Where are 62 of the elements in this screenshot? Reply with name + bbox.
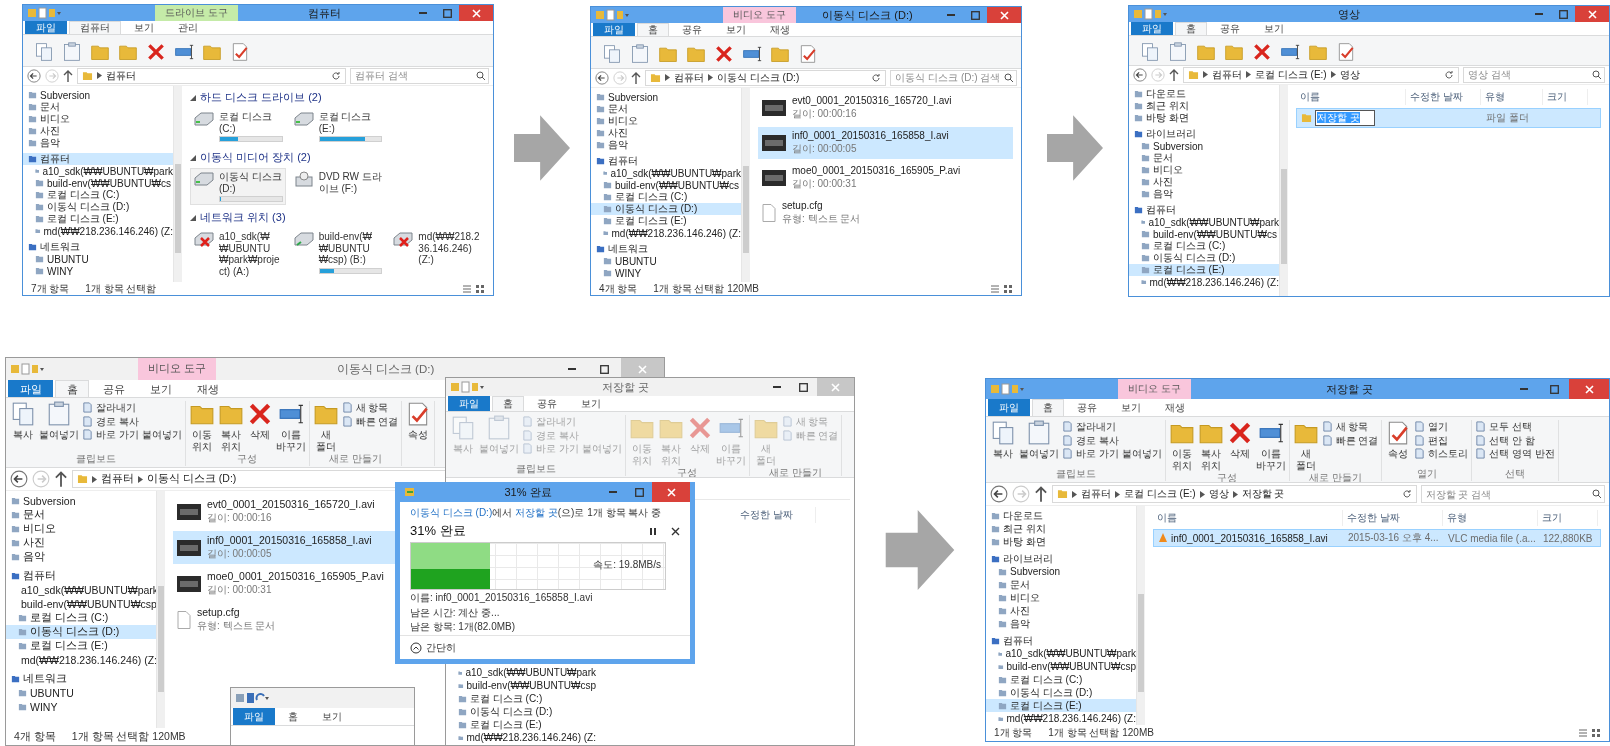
window-title: 저장할 곳 <box>600 379 651 395</box>
file-detail: 길이: 00:00:31 <box>207 583 273 597</box>
group-label: 새로 만들기 <box>768 466 823 477</box>
table-cell-text: VLC media file (.a... <box>1447 531 1537 545</box>
window-title: 이동식 디스크 (D:) <box>335 361 436 377</box>
drive-name: build-env(₩₩UBUNTU₩csp) (B:) <box>318 231 373 266</box>
group-label: 구성 <box>236 452 259 466</box>
group-label: 구성 <box>1216 471 1239 482</box>
file-name: moe0_0001_20150316_165905_P.avi <box>207 570 384 582</box>
file-name: inf0_0001_20150316_165858_I.avi <box>792 130 949 141</box>
drive-name: md(₩₩218.236.146.246) (Z:) <box>418 231 481 266</box>
file-detail: 유형: 텍스트 문서 <box>782 212 861 226</box>
table-cell-text: 2015-03-16 오후 4... <box>1347 531 1440 545</box>
status-text: 1개 항목 선택함 120MB <box>71 729 186 744</box>
file-name: evt0_0001_20150316_165720_I.avi <box>207 498 375 510</box>
group-label: 새로 만들기 <box>1308 471 1363 482</box>
window-title: 이동식 디스크 (D:) <box>821 7 914 23</box>
file-name: inf0_0001_20150316_165858_I.avi <box>207 534 372 546</box>
status-text: 4개 항목 <box>599 281 638 295</box>
file-name: evt0_0001_20150316_165720_I.avi <box>792 95 952 106</box>
file-detail: 길이: 00:00:05 <box>792 142 858 156</box>
context-tab-label: 비디오 도구 <box>723 7 796 23</box>
table-cell-text: 122,880KB <box>1542 531 1594 545</box>
file-name: inf0_0001_20150316_165858_I.avi <box>1171 532 1328 544</box>
copy-detail: 이름: inf0_0001_20150316_165858_I.avi <box>410 592 594 605</box>
copy-detail: 남은 항목: 1개(82.0MB) <box>410 621 517 634</box>
status-text: 1개 항목 선택함 <box>85 281 157 295</box>
file-detail: 유형: 텍스트 문서 <box>197 619 276 633</box>
file-name: moe0_0001_20150316_165905_P.avi <box>792 165 961 176</box>
table-cell-text: 파일 폴더 <box>1485 111 1530 125</box>
drive-name: DVD RW 드라이브 (F:) <box>318 171 383 194</box>
drive-name: 로컬 디스크 (E:) <box>318 111 373 134</box>
status-text: 1개 항목 <box>994 726 1033 740</box>
progress-heading: 31% 완료 <box>410 522 467 540</box>
context-tab-label: 비디오 도구 <box>138 358 216 380</box>
group-label: 선택 <box>1504 467 1527 481</box>
status-text: 7개 항목 <box>31 281 70 295</box>
file-detail: 길이: 00:00:05 <box>207 547 273 561</box>
group-label: 새로 만들기 <box>328 452 383 466</box>
group-label: 열기 <box>1415 467 1438 481</box>
file-name: setup.cfg <box>782 200 824 211</box>
context-tab-label: 비디오 도구 <box>1118 379 1191 399</box>
window-title: 저장할 곳 <box>1325 381 1375 397</box>
window-title: 영상 <box>1337 6 1361 22</box>
copy-detail: 남은 시간: 계산 중... <box>410 606 501 619</box>
file-detail: 길이: 00:00:31 <box>792 177 858 191</box>
speed-label: 속도: 19.8MB/s <box>593 558 661 572</box>
group-label: 구성 <box>676 466 699 477</box>
drive-name: 이동식 디스크 (D:) <box>219 171 283 194</box>
file-name: setup.cfg <box>197 606 241 618</box>
status-text: 1개 항목 선택함 120MB <box>1048 726 1154 740</box>
group-label: 클립보드 <box>1054 467 1097 481</box>
file-detail: 길이: 00:00:16 <box>792 107 858 121</box>
file-detail: 길이: 00:00:16 <box>207 511 273 525</box>
status-text: 1개 항목 선택함 120MB <box>653 281 759 295</box>
context-tab-label: 드라이브 도구 <box>155 5 238 21</box>
group-label: 클립보드 <box>74 452 117 466</box>
copy-message: 이동식 디스크 (D:)에서 저장할 곳(으)로 1개 항목 복사 중 <box>410 506 663 520</box>
drive-name: a10_sdk(₩₩UBUNTU₩park₩project) (A:) <box>219 231 281 277</box>
status-text: 4개 항목 <box>14 729 56 744</box>
window-title: 컴퓨터 <box>306 5 342 21</box>
drive-name: 로컬 디스크 (C:) <box>219 111 273 134</box>
